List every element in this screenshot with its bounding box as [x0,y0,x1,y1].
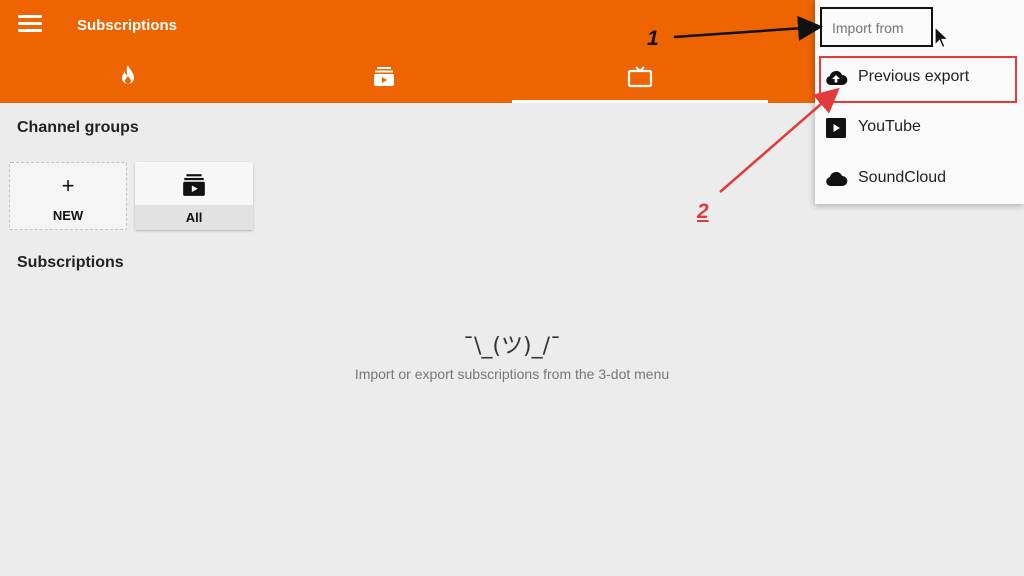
menu-item-label: SoundCloud [858,169,947,186]
page-title: Subscriptions [77,17,178,34]
mouse-cursor-icon [934,26,950,49]
all-group-label: All [185,210,203,225]
empty-state-message: Import or export subscriptions from the … [354,366,670,382]
channel-groups-heading: Channel groups [17,119,139,136]
tv-icon [627,66,653,88]
subscriptions-heading: Subscriptions [17,254,124,271]
new-group-card[interactable]: + NEW [9,162,127,230]
cloud-icon [826,171,848,186]
selected-tab-indicator [512,100,768,103]
plus-icon: + [61,173,75,198]
import-from-title: Import from [820,7,933,47]
menu-item-soundcloud[interactable]: SoundCloud [815,154,1024,204]
hamburger-menu-icon[interactable] [18,15,42,35]
tab-trending[interactable] [0,55,256,103]
annotation-step-2: 2 [697,200,709,223]
subscriptions-icon [183,174,205,196]
subscriptions-icon [374,67,394,86]
all-group-card[interactable]: All [135,162,253,230]
tab-feed[interactable] [512,55,768,103]
empty-state-emoticon: ¯\_(ツ)_/¯ [463,334,561,359]
annotation-step-1: 1 [647,27,659,50]
previous-export-highlight-box [819,56,1017,103]
menu-item-label: YouTube [858,118,921,135]
menu-item-youtube[interactable]: YouTube [815,103,1024,153]
youtube-play-icon [826,118,846,138]
fire-icon [122,65,134,84]
tab-subscriptions[interactable] [256,55,512,103]
new-group-label: NEW [52,208,84,223]
